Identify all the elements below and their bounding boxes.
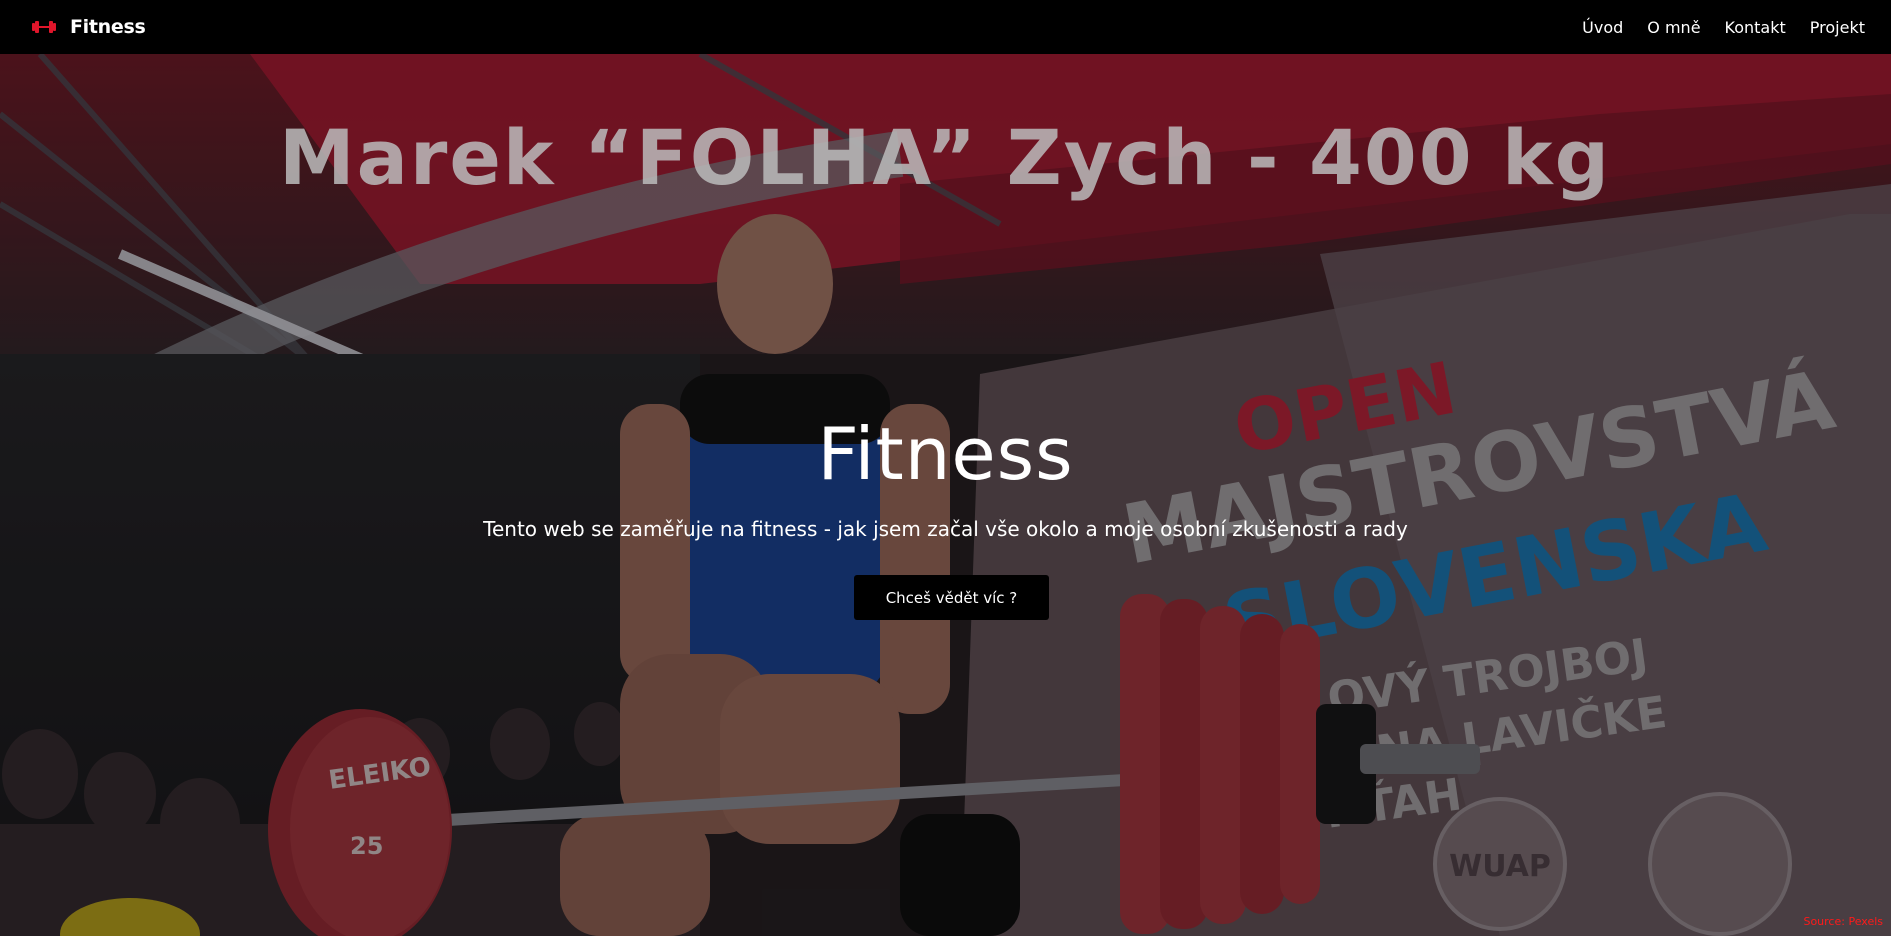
- hero-title: Fitness: [817, 412, 1074, 496]
- learn-more-button[interactable]: Chceš vědět víc ?: [854, 575, 1049, 620]
- navbar: Fitness Úvod O mně Kontakt Projekt: [0, 0, 1891, 54]
- nav-link-projekt[interactable]: Projekt: [1810, 18, 1865, 37]
- brand-link[interactable]: Fitness: [32, 16, 146, 38]
- nav-link-o-mne[interactable]: O mně: [1647, 18, 1700, 37]
- hero-subtitle: Tento web se zaměřuje na fitness - jak j…: [483, 517, 1408, 541]
- brand-name: Fitness: [70, 16, 146, 38]
- source-credit: Source: Pexels: [1803, 915, 1883, 928]
- hero-content: Fitness Tento web se zaměřuje na fitness…: [0, 54, 1891, 936]
- dumbbell-icon: [32, 21, 56, 33]
- nav-link-kontakt[interactable]: Kontakt: [1725, 18, 1786, 37]
- nav-links: Úvod O mně Kontakt Projekt: [1582, 18, 1865, 37]
- nav-link-uvod[interactable]: Úvod: [1582, 18, 1623, 37]
- hero-section: OPEN MAJSTROVSTVÁ SLOVENSKA OVÝ TROJBOJ …: [0, 54, 1891, 936]
